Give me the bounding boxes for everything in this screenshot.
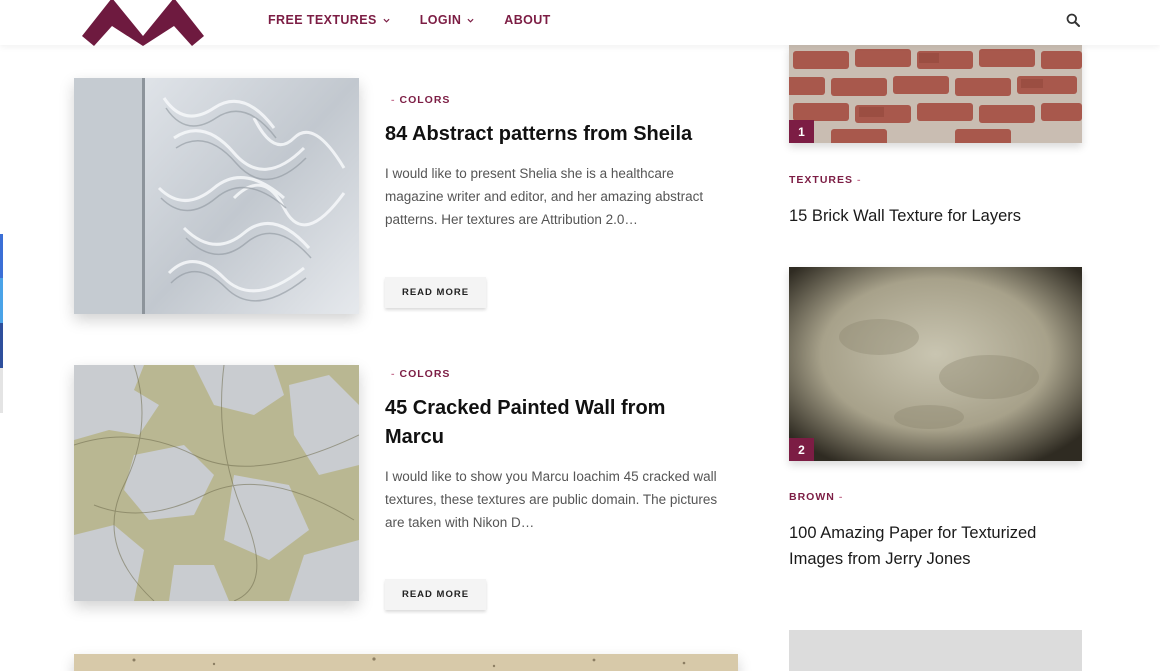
post-excerpt: I would like to show you Marcu Ioachim 4… [385, 469, 718, 530]
share-facebook-button[interactable] [0, 234, 3, 278]
post-category[interactable]: - COLORS [391, 94, 450, 106]
chevron-down-icon [383, 18, 390, 23]
sidebar-category[interactable]: BROWN - [789, 491, 843, 503]
sidebar-thumbnail-brick[interactable]: 1 [789, 45, 1082, 143]
read-more-button[interactable]: READ MORE [385, 277, 486, 308]
post-thumbnail-cracked-wall[interactable] [74, 365, 359, 601]
post-category-label: COLORS [399, 94, 451, 106]
read-more-button[interactable]: READ MORE [385, 579, 486, 610]
nav-about[interactable]: ABOUT [504, 13, 550, 27]
nav-free-textures-label: FREE TEXTURES [268, 13, 377, 27]
post-title[interactable]: 84 Abstract patterns from Sheila [385, 120, 735, 149]
share-twitter-button[interactable] [0, 278, 3, 323]
post-title[interactable]: 45 Cracked Painted Wall from Marcu [385, 394, 715, 452]
main-nav: FREE TEXTURES LOGIN ABOUT [268, 13, 551, 27]
post-thumbnail[interactable] [74, 654, 738, 671]
nav-about-label: ABOUT [504, 13, 551, 27]
sidebar-category-label: BROWN [789, 491, 835, 503]
nav-login[interactable]: LOGIN [420, 13, 475, 27]
post-category[interactable]: - COLORS [391, 368, 450, 380]
search-icon[interactable] [1066, 13, 1080, 27]
post-thumbnail-abstract[interactable] [74, 78, 359, 314]
site-logo[interactable] [82, 0, 204, 46]
post-excerpt: I would like to present Shelia she is a … [385, 166, 704, 227]
rank-badge: 2 [789, 438, 814, 461]
sidebar-category[interactable]: TEXTURES - [789, 174, 862, 186]
share-more-button[interactable] [0, 368, 3, 413]
sidebar-category-label: TEXTURES [789, 174, 854, 186]
sidebar-title[interactable]: 100 Amazing Paper for Texturized Images … [789, 520, 1079, 572]
chevron-down-icon [467, 18, 474, 23]
nav-free-textures[interactable]: FREE TEXTURES [268, 13, 390, 27]
site-header: FREE TEXTURES LOGIN ABOUT [0, 0, 1160, 46]
nav-login-label: LOGIN [419, 13, 462, 27]
sidebar-thumbnail-paper[interactable]: 2 [789, 267, 1082, 461]
rank-badge: 1 [789, 120, 814, 143]
share-linkedin-button[interactable] [0, 323, 3, 368]
sidebar-title[interactable]: 15 Brick Wall Texture for Layers [789, 203, 1079, 229]
post-category-label: COLORS [399, 368, 451, 380]
sidebar-thumbnail[interactable] [789, 630, 1082, 671]
